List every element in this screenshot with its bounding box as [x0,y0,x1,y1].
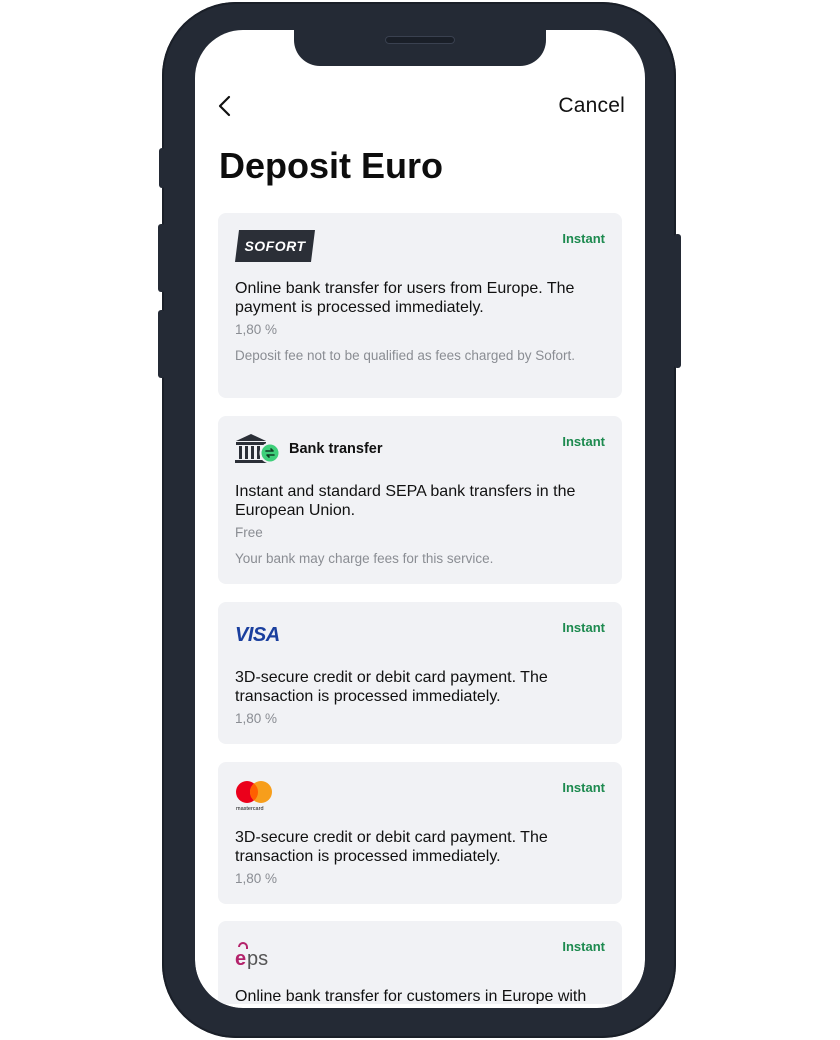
method-description: Instant and standard SEPA bank transfers… [235,483,576,519]
speaker [385,36,455,44]
method-fee: 1,80 % [235,871,278,886]
method-fee: 1,80 % [235,322,278,337]
instant-badge: Instant [562,939,605,954]
instant-badge: Instant [562,231,605,246]
bank-transfer-label: Bank transfer [289,441,383,457]
bank-transfer-logo: Bank transfer [235,433,382,465]
mastercard-circles: mastercard [236,781,272,811]
chevron-left-icon [218,95,231,117]
method-description: Online bank transfer for users from Euro… [235,280,575,316]
payment-method-sofort[interactable]: SOFORT Instant Online bank transfer for … [218,213,622,398]
payment-method-bank-transfer[interactable]: Bank transfer Instant Instant and standa… [218,416,622,584]
instant-badge: Instant [562,780,605,795]
page-title: Deposit Euro [219,145,444,186]
method-fee: 1,80 % [235,711,278,726]
svg-text:mastercard: mastercard [236,806,264,811]
instant-badge: Instant [562,434,605,449]
mastercard-logo: mastercard [235,779,275,811]
visa-logo: VISA [235,623,280,646]
payment-method-visa[interactable]: VISA Instant 3D-secure credit or debit c… [218,602,622,744]
bank-icon [235,434,281,464]
screen-bottom-mask [195,958,645,1008]
sofort-logo: SOFORT [235,230,315,262]
cancel-button[interactable]: Cancel [558,94,625,118]
volume-down-button [158,310,165,378]
method-note: Deposit fee not to be qualified as fees … [235,348,575,363]
back-button[interactable] [215,95,237,117]
method-description: 3D-secure credit or debit card payment. … [235,669,548,705]
method-description: 3D-secure credit or debit card payment. … [235,829,548,865]
mute-switch [159,148,165,188]
method-fee: Free [235,525,263,540]
method-note: Your bank may charge fees for this servi… [235,551,494,566]
volume-up-button [158,224,165,292]
instant-badge: Instant [562,620,605,635]
power-button [674,234,681,368]
payment-method-mastercard[interactable]: mastercard Instant 3D-secure credit or d… [218,762,622,904]
